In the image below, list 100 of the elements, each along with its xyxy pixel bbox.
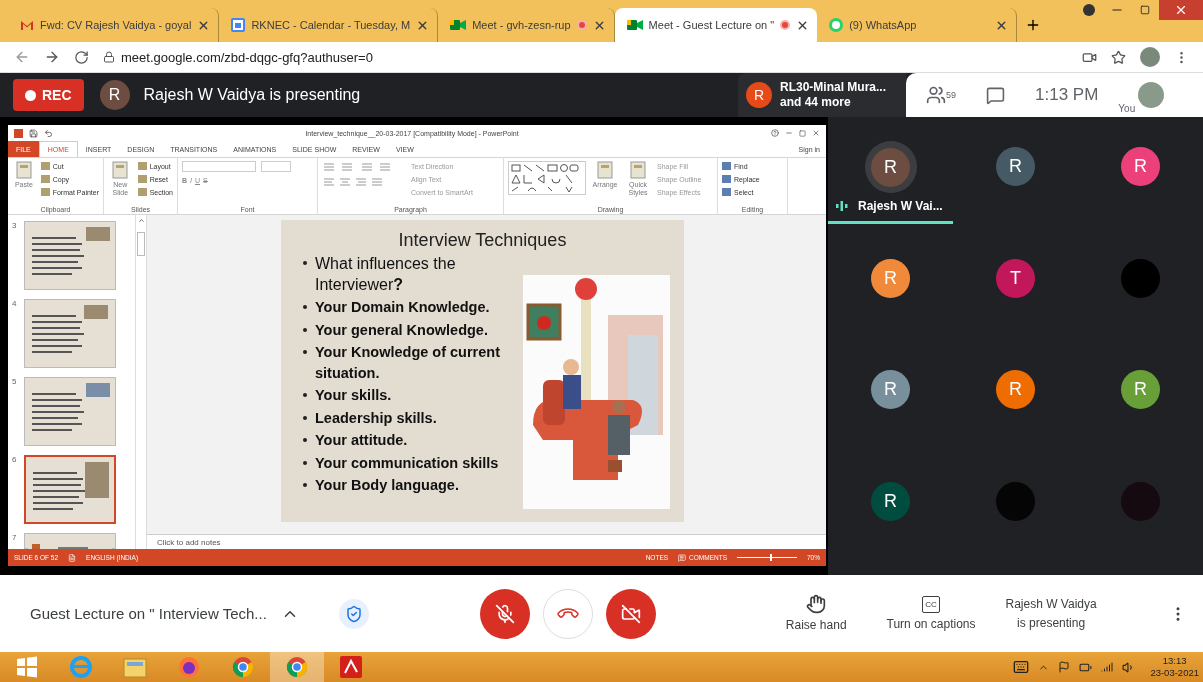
bullet-icon xyxy=(303,305,307,309)
presenting-label: Rajesh W Vaidya is presenting xyxy=(143,86,361,104)
lock-icon xyxy=(103,51,115,63)
scrollbar[interactable] xyxy=(135,215,147,549)
presenter-status: is presenting xyxy=(1017,615,1086,631)
video-camera-icon xyxy=(450,19,467,31)
bullet-icon xyxy=(303,261,307,265)
small-square-icon xyxy=(40,175,50,183)
meeting-title[interactable]: Guest Lecture on " Interview Tech... xyxy=(30,605,267,622)
joined-avatar: R xyxy=(746,82,772,108)
document-icon xyxy=(111,161,130,179)
bullet-icon xyxy=(303,415,307,420)
small-square-icon xyxy=(722,175,731,183)
bullet-text: What influences the Interviewer? xyxy=(315,254,457,295)
hand-icon xyxy=(806,594,827,614)
back-icon[interactable] xyxy=(14,49,30,65)
captions-button[interactable]: CC Turn on captions xyxy=(886,595,976,632)
url-text[interactable]: meet.google.com/zbd-dqgc-gfq?authuser=0 xyxy=(121,49,373,65)
document-icon xyxy=(14,161,33,179)
small-square-icon xyxy=(137,175,147,183)
document-icon xyxy=(629,161,647,179)
tray-clock[interactable]: 13:13 23-03-2021 xyxy=(1150,655,1199,679)
small-square-icon xyxy=(40,162,50,170)
chat-icon[interactable] xyxy=(986,85,1005,105)
small-square-icon xyxy=(137,162,147,170)
bullet-text: Your communication skills xyxy=(315,453,499,473)
you-label: You xyxy=(1118,103,1136,114)
bullet-icon xyxy=(303,393,307,397)
joined-more: and 44 more xyxy=(780,95,852,110)
bullet-text: Your Knowledge of current situation. xyxy=(315,343,502,383)
bullet-text: Your general Knowledge. xyxy=(315,320,488,340)
self-avatar xyxy=(1138,82,1165,108)
taskbar-app[interactable] xyxy=(270,652,324,682)
flag-icon[interactable] xyxy=(1058,661,1071,673)
slide-thumbnail[interactable] xyxy=(24,533,116,549)
security-shield-icon[interactable] xyxy=(338,598,369,629)
shapes-gallery-drawing[interactable] xyxy=(508,161,586,195)
spellcheck-icon[interactable] xyxy=(68,553,77,562)
clock-time: 1:13 PM xyxy=(1035,85,1099,105)
participant-avatar: T xyxy=(996,258,1035,298)
mic-off-icon xyxy=(494,603,515,624)
people-icon[interactable] xyxy=(926,85,946,105)
scroll-thumb[interactable] xyxy=(137,232,145,256)
profile-avatar[interactable] xyxy=(1140,47,1160,67)
small-square-icon xyxy=(40,188,50,196)
pdf-icon xyxy=(339,655,363,679)
participant-avatar: R xyxy=(996,370,1035,409)
joined-name: RL30-Minal Mura... xyxy=(780,80,886,95)
camera-off-icon xyxy=(620,603,641,624)
comment-icon xyxy=(678,553,687,562)
folder-icon xyxy=(123,656,147,678)
raise-hand-button[interactable]: Raise hand xyxy=(785,594,847,633)
document-icon xyxy=(596,161,614,179)
people-count: 59 xyxy=(946,90,956,100)
windows-logo-icon xyxy=(16,656,38,678)
firefox-icon xyxy=(177,655,201,679)
slide-number: 5 xyxy=(12,377,18,386)
reload-icon[interactable] xyxy=(74,49,89,65)
slide-number: 4 xyxy=(12,299,18,308)
bookmark-star-icon[interactable] xyxy=(1111,49,1126,65)
font-size-field[interactable] xyxy=(261,161,291,172)
participant-avatar: R xyxy=(996,147,1035,186)
chrome-icon xyxy=(231,655,255,679)
keyboard-icon[interactable] xyxy=(1013,659,1030,675)
bullet-text: Your attitude. xyxy=(315,431,408,450)
signal-icon[interactable] xyxy=(1101,661,1114,673)
chrome-icon xyxy=(285,655,309,679)
presenter-avatar: R xyxy=(99,80,130,110)
help-icon[interactable] xyxy=(771,129,779,137)
bullet-text: Leadership skills. xyxy=(315,408,437,428)
restore-icon[interactable] xyxy=(799,129,806,137)
undo-icon[interactable] xyxy=(44,128,53,138)
participant-avatar: R xyxy=(871,481,910,521)
bullet-icon xyxy=(303,460,307,465)
small-square-icon xyxy=(137,188,147,196)
participant-avatar: R xyxy=(871,370,910,409)
chat-bubble-icon xyxy=(829,18,844,32)
bullet-text: Your skills. xyxy=(315,386,392,405)
save-icon[interactable] xyxy=(29,128,38,138)
bullet-icon xyxy=(303,438,307,442)
video-camera-icon xyxy=(626,19,643,31)
browser-tab[interactable]: Meet - Guest Lecture on " xyxy=(614,8,818,42)
participant-name: Rajesh W Vai... xyxy=(858,199,943,213)
participant-avatar: R xyxy=(871,258,910,298)
bullet-icon xyxy=(303,483,307,487)
slide-number: 6 xyxy=(12,455,18,464)
font-name-field[interactable] xyxy=(182,161,256,172)
scroll-up-icon[interactable] xyxy=(137,217,145,224)
presenter-name: Rajesh W Vaidya xyxy=(1005,596,1097,612)
bullet-icon xyxy=(303,350,307,354)
mail-icon xyxy=(20,19,34,31)
bullet-text: Your Domain Knowledge. xyxy=(315,298,490,317)
audio-level-icon xyxy=(836,201,848,211)
small-square-icon xyxy=(722,188,731,196)
forward-icon[interactable] xyxy=(44,49,60,65)
calendar-icon xyxy=(231,18,246,32)
rec-badge: REC xyxy=(13,79,84,111)
participant-avatar: R xyxy=(1121,370,1160,409)
participant-avatar: R xyxy=(871,147,910,187)
bullet-text: Your Body language. xyxy=(315,476,459,495)
